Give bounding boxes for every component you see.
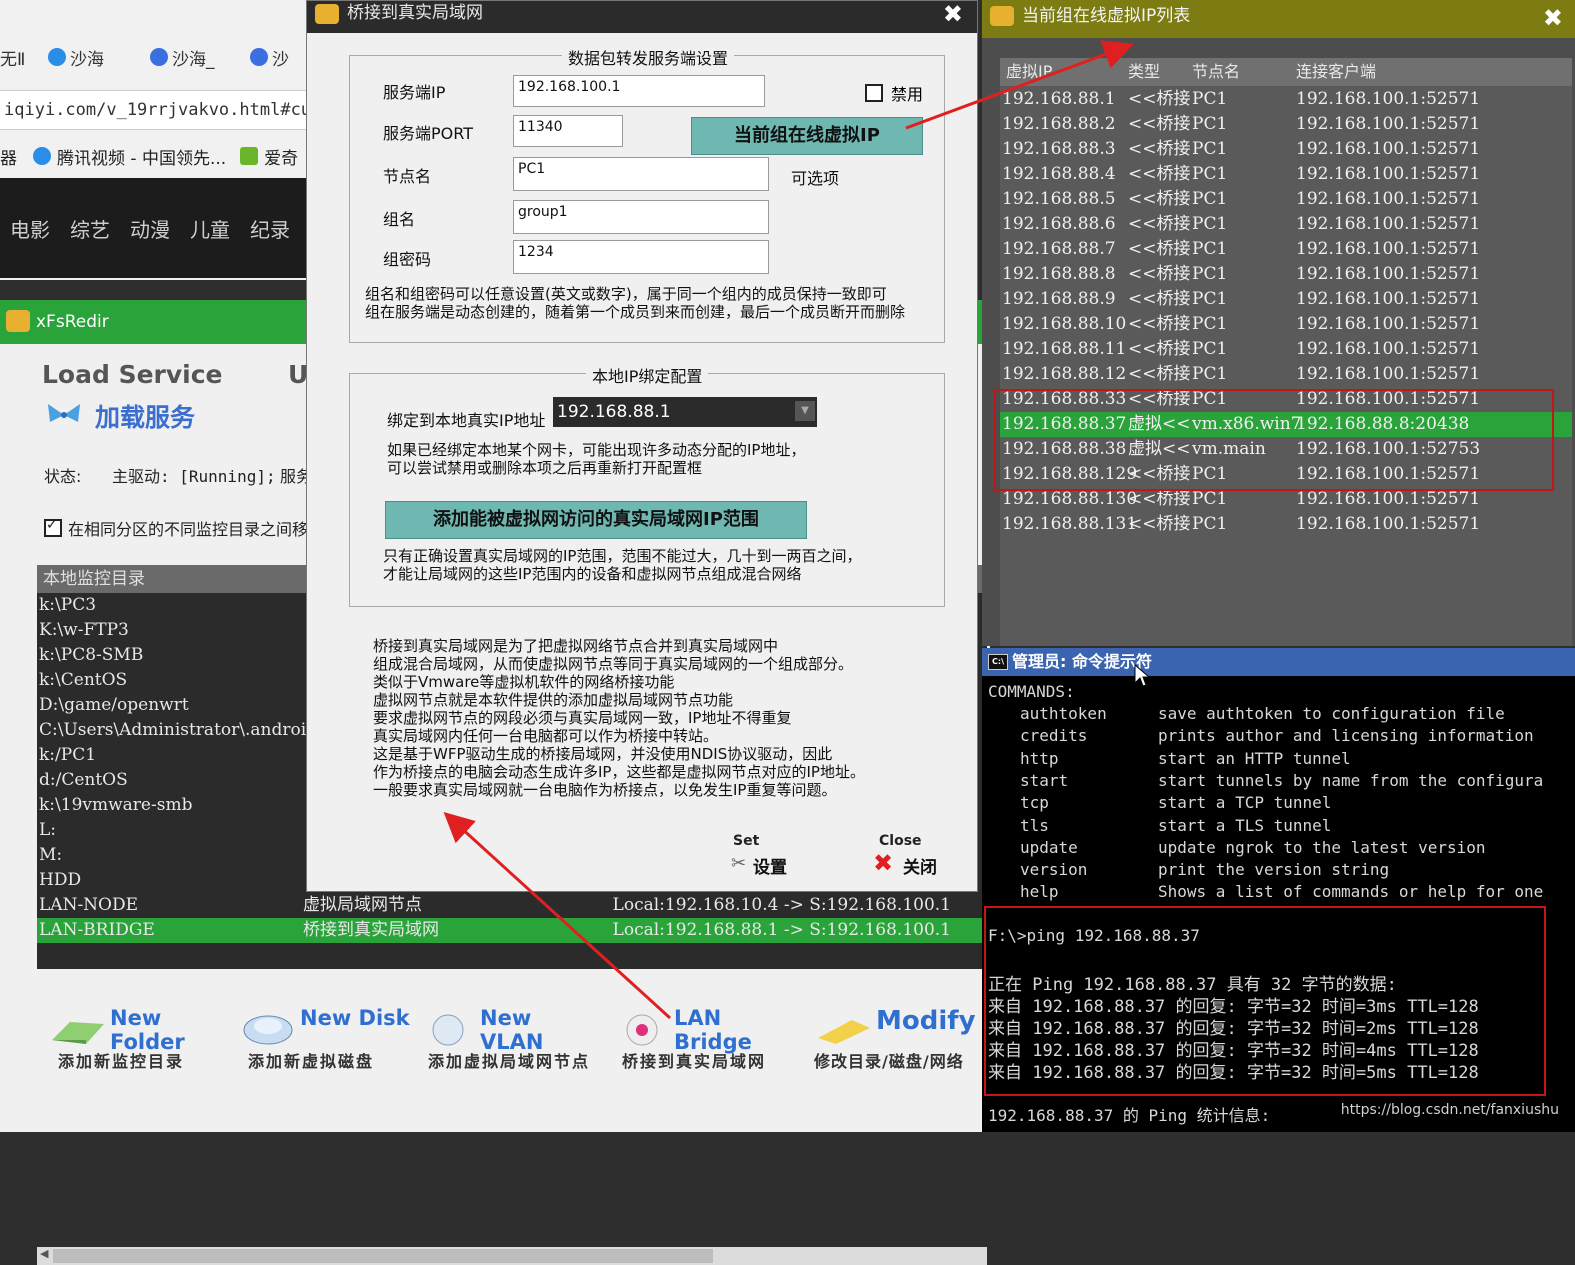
horizontal-scrollbar[interactable]: ◀	[37, 1247, 987, 1265]
scroll-left-icon[interactable]: ◀	[40, 1247, 48, 1260]
arrow-to-ip-list	[905, 40, 1134, 130]
scroll-thumb[interactable]	[53, 1249, 713, 1263]
annotation-arrows	[443, 40, 1134, 1020]
arrow-to-dialog	[443, 811, 672, 1020]
